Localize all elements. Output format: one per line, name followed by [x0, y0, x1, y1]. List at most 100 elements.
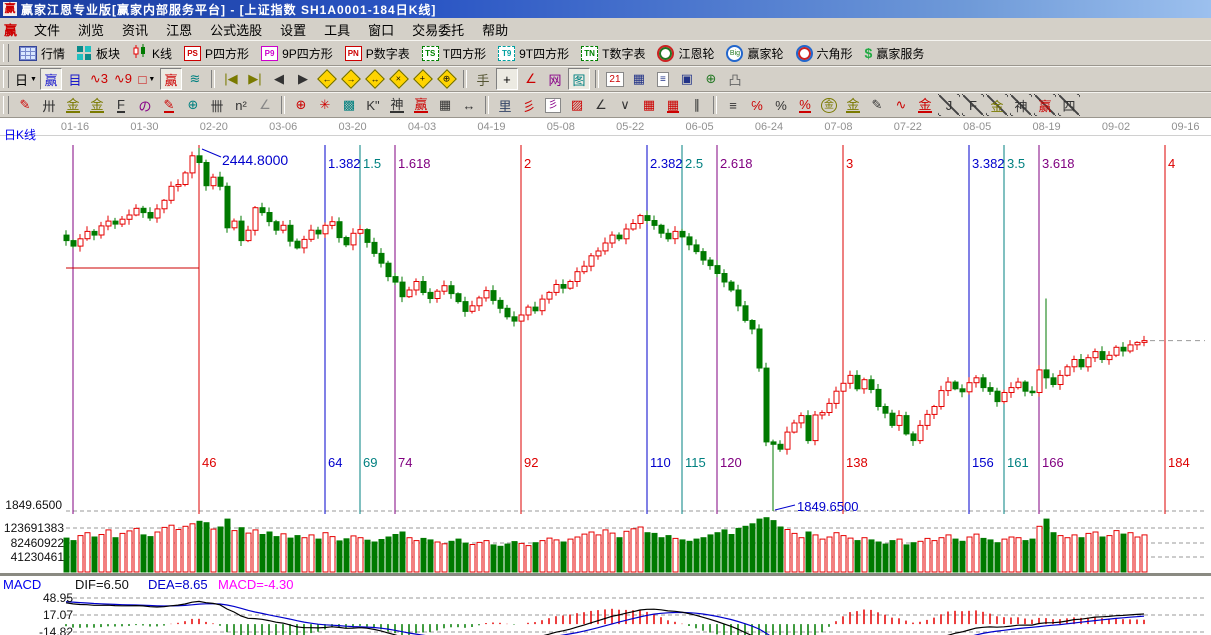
info-note-button[interactable]: 目 [64, 68, 86, 90]
fibonacci-button[interactable]: F [110, 94, 132, 116]
red-grid-button[interactable]: ▦ [638, 94, 660, 116]
percent-triangle-button[interactable]: ℅ [746, 94, 768, 116]
menu-formula-picker[interactable]: 公式选股 [201, 18, 271, 41]
j-angle-button[interactable]: J [938, 94, 960, 116]
tb-winner-service-button[interactable]: $赢家服务 [859, 43, 931, 64]
expand-width-diamond-button[interactable]: ↔ [364, 68, 386, 90]
toolbar-grip[interactable] [3, 70, 9, 88]
brush-button[interactable]: ✎ [866, 94, 888, 116]
pen-axis-button[interactable]: ✎ [158, 94, 180, 116]
tb-sectors-button[interactable]: 板块 [71, 43, 126, 64]
calculator-button[interactable]: ▦ [628, 68, 650, 90]
win-angle-button[interactable]: 赢 [1034, 94, 1056, 116]
grid-ticks-button[interactable]: 卅 [38, 94, 60, 116]
shen-angle-button[interactable]: 神 [1010, 94, 1032, 116]
pen-tool-button[interactable]: ✎ [14, 94, 36, 116]
fit-all-diamond-button[interactable]: ⊕ [436, 68, 458, 90]
angle-lines-button[interactable]: ∠ [590, 94, 612, 116]
tb-hexagon-button[interactable]: 六角形 [790, 43, 859, 64]
wave-3-button[interactable]: ∿3 [88, 68, 110, 90]
calendar-button[interactable]: 21 [604, 68, 626, 90]
last-bar-button[interactable]: ▶| [244, 68, 266, 90]
chart-region[interactable]: 01-1601-3002-2003-0603-2004-0304-1905-08… [0, 118, 1211, 635]
toolbar-grip[interactable] [3, 96, 9, 114]
child-window-icon[interactable]: 赢 [4, 20, 17, 39]
period-day-button-dropdown-arrow-icon[interactable]: ▼ [30, 76, 37, 83]
print-button[interactable]: 凸 [724, 68, 746, 90]
tb-kline-button[interactable]: K线 [126, 42, 178, 64]
gann-grid-button[interactable]: 网 [544, 68, 566, 90]
winner-tool-button[interactable]: 赢 [160, 68, 182, 90]
gold-angle-button[interactable]: 金 [986, 94, 1008, 116]
f-angle-button[interactable]: F [962, 94, 984, 116]
toolbar-grip[interactable] [3, 44, 9, 62]
time-ticks-button[interactable]: 卌 [206, 94, 228, 116]
world-time-button[interactable]: ⊕ [700, 68, 722, 90]
tb-winner-wheel-button[interactable]: Big赢家轮 [720, 43, 789, 64]
zoom-area-button[interactable]: 赢 [40, 68, 62, 90]
menu-settings[interactable]: 设置 [271, 18, 315, 41]
spiral-button[interactable]: の [134, 94, 156, 116]
tb-t-number-table-button[interactable]: TNT数字表 [575, 43, 651, 64]
gold-lines-button[interactable]: 金 [842, 94, 864, 116]
scale-ruler-button[interactable]: ≡ [722, 94, 744, 116]
menu-trade[interactable]: 交易委托 [403, 18, 473, 41]
volume-profile-button[interactable]: ≋ [184, 68, 206, 90]
grid-fan-button[interactable]: ▨ [566, 94, 588, 116]
gold-section-h-button[interactable]: 金 [62, 94, 84, 116]
wave-9-button[interactable]: ∿9 [112, 68, 134, 90]
tb-9t-square-button[interactable]: T99T四方形 [492, 43, 575, 64]
t-square-tool-button[interactable]: 里 [494, 94, 516, 116]
menu-window[interactable]: 窗口 [359, 18, 403, 41]
tb-t-square-button[interactable]: TST四方形 [416, 43, 492, 64]
expand-diamond-button[interactable]: + [412, 68, 434, 90]
angle-tool-button[interactable]: ∠ [254, 94, 276, 116]
target-button[interactable]: ⊕ [290, 94, 312, 116]
width-measure-button[interactable]: ↔ [458, 94, 480, 116]
fan-box-button[interactable]: 彡 [542, 94, 564, 116]
win-axis-button[interactable]: 赢 [410, 94, 432, 116]
pan-right-diamond-button[interactable]: → [340, 68, 362, 90]
crosshair-button[interactable]: + [496, 68, 518, 90]
starburst-button[interactable]: ✳ [314, 94, 336, 116]
tb-gann-wheel-button[interactable]: 江恩轮 [651, 43, 720, 64]
k-wave-button[interactable]: K" [362, 94, 384, 116]
wave-band-button[interactable]: ∿ [890, 94, 912, 116]
kline-chart-canvas[interactable]: 01-1601-3002-2003-0603-2004-0304-1905-08… [0, 118, 1211, 635]
parallel-lines-button[interactable]: ∥ [686, 94, 708, 116]
menu-help[interactable]: 帮助 [473, 18, 517, 41]
teal-grid-button[interactable]: ▩ [338, 94, 360, 116]
angle-measure-button[interactable]: ∠ [520, 68, 542, 90]
next-bar-button[interactable]: ▶ [292, 68, 314, 90]
menu-tools[interactable]: 工具 [315, 18, 359, 41]
tb-quotes-button[interactable]: 行情 [13, 43, 71, 64]
compress-diamond-button[interactable]: × [388, 68, 410, 90]
period-day-button[interactable]: 日▼ [14, 68, 38, 90]
pan-hand-button[interactable]: 手 [472, 68, 494, 90]
v-lines-button[interactable]: ∨ [614, 94, 636, 116]
four-angle-button[interactable]: 四 [1058, 94, 1080, 116]
shen-axis-button[interactable]: 神 [386, 94, 408, 116]
candle-style-button[interactable]: □▼ [136, 68, 158, 90]
red-grid-axis-button[interactable]: ▦ [662, 94, 684, 116]
tb-9p-square-button[interactable]: P99P四方形 [255, 43, 339, 64]
menu-file[interactable]: 文件 [25, 18, 69, 41]
candle-style-button-dropdown-arrow-icon[interactable]: ▼ [148, 76, 155, 83]
prev-bar-button[interactable]: ◀ [268, 68, 290, 90]
n-square-button[interactable]: n² [230, 94, 252, 116]
tb-p-square-button[interactable]: PSP四方形 [178, 43, 255, 64]
gold-section-v-button[interactable]: 金 [86, 94, 108, 116]
gann-circle-button[interactable]: ⊕ [182, 94, 204, 116]
gold-circle-button[interactable]: 金 [818, 94, 840, 116]
percent-button[interactable]: % [770, 94, 792, 116]
menu-news[interactable]: 资讯 [113, 18, 157, 41]
percent-line-button[interactable]: % [794, 94, 816, 116]
pan-left-diamond-button[interactable]: ← [316, 68, 338, 90]
tb-p-number-table-button[interactable]: PNP数字表 [339, 43, 416, 64]
menu-gann[interactable]: 江恩 [157, 18, 201, 41]
save-button[interactable]: ▣ [676, 68, 698, 90]
first-bar-button[interactable]: |◀ [220, 68, 242, 90]
notes-button[interactable]: ≡ [652, 68, 674, 90]
gann-map-button[interactable]: 图 [568, 68, 590, 90]
fan-lines-button[interactable]: 彡 [518, 94, 540, 116]
